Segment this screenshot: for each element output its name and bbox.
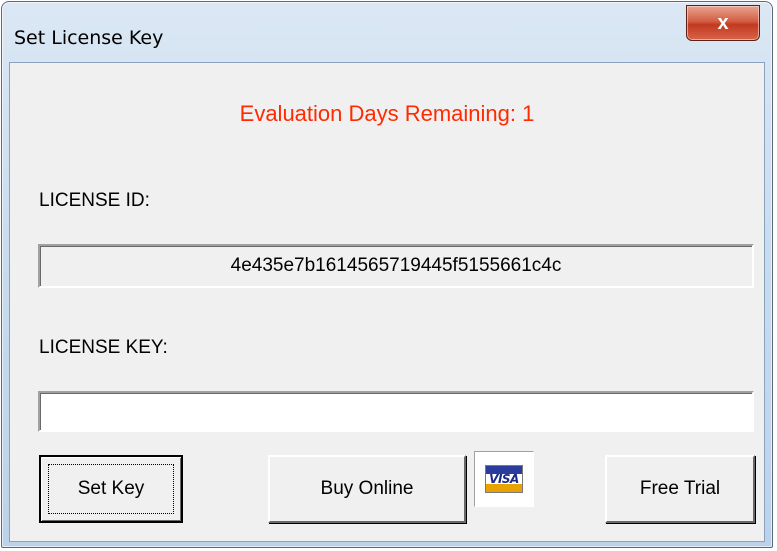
- dialog-client-area: Evaluation Days Remaining: 1 LICENSE ID:…: [9, 62, 765, 542]
- license-id-value: 4e435e7b1614565719445f5155661c4c: [230, 255, 562, 276]
- license-key-input[interactable]: [38, 391, 754, 432]
- close-button[interactable]: x: [686, 5, 760, 41]
- free-trial-button[interactable]: Free Trial: [605, 455, 755, 523]
- license-dialog-window: Set License Key x Evaluation Days Remain…: [1, 1, 773, 548]
- visa-card-icon: VISA: [485, 465, 523, 493]
- license-id-label: LICENSE ID:: [39, 190, 150, 211]
- license-id-field[interactable]: 4e435e7b1614565719445f5155661c4c: [38, 244, 754, 288]
- visa-logo[interactable]: VISA: [474, 451, 534, 507]
- visa-text: VISA: [489, 472, 519, 486]
- buy-online-label: Buy Online: [320, 478, 414, 499]
- set-key-button[interactable]: Set Key: [39, 455, 183, 523]
- close-icon: x: [717, 11, 729, 34]
- window-title: Set License Key: [14, 27, 164, 49]
- title-bar[interactable]: Set License Key x: [2, 2, 772, 62]
- focus-rectangle: [48, 464, 174, 514]
- buy-online-button[interactable]: Buy Online: [268, 455, 466, 523]
- license-key-label: LICENSE KEY:: [39, 337, 168, 358]
- free-trial-label: Free Trial: [639, 478, 721, 499]
- evaluation-days-remaining: Evaluation Days Remaining: 1: [239, 101, 535, 126]
